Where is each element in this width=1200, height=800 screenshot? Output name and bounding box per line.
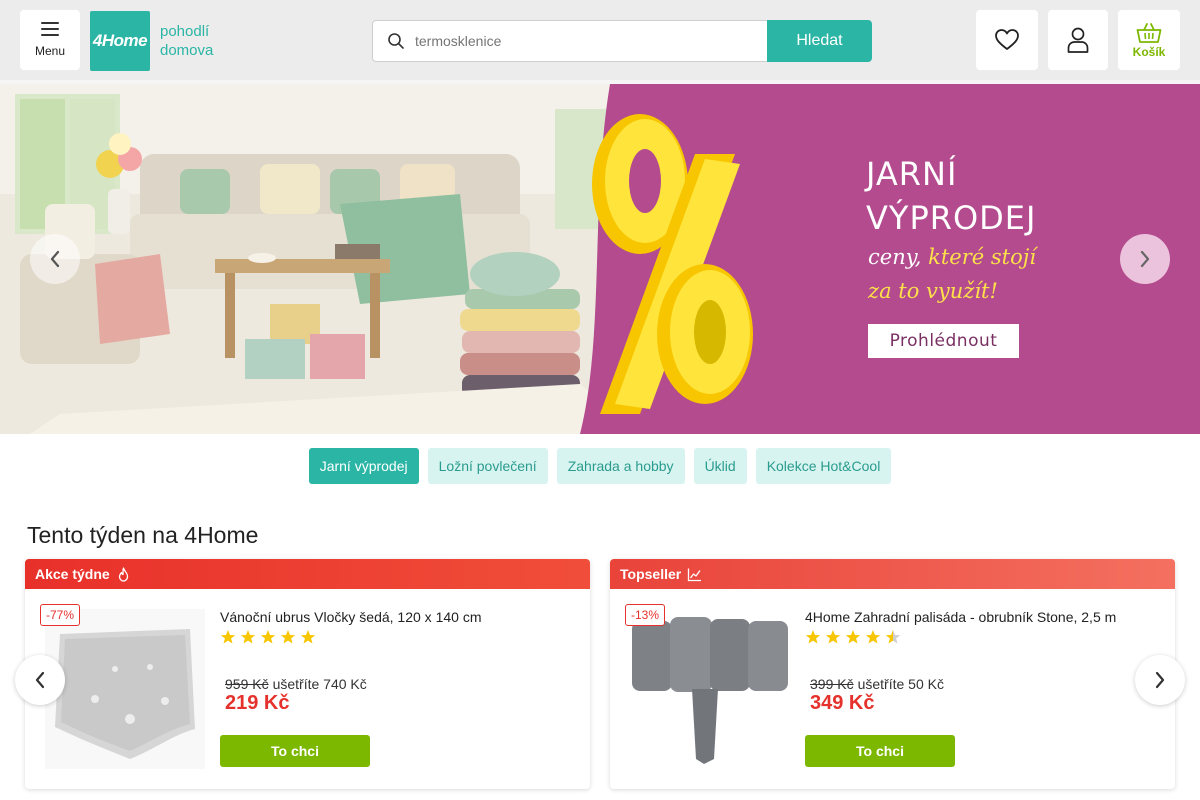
- price-old-line: 959 Kč ušetříte 740 Kč: [225, 676, 367, 692]
- category-chip-lozni-povleceni[interactable]: Ložní povlečení: [427, 448, 548, 484]
- tagline-line-1: pohodlí: [160, 23, 210, 40]
- old-price: 959 Kč: [225, 676, 269, 692]
- chevron-left-icon: [50, 250, 60, 268]
- product-image-palisade: [630, 609, 790, 769]
- promo-title: JARNÍ VÝPRODEJ: [866, 152, 1036, 240]
- search-input[interactable]: [415, 33, 735, 49]
- buy-button[interactable]: To chci: [220, 735, 370, 767]
- promo-subtitle-part-1: ceny,: [868, 245, 929, 269]
- products-next-button[interactable]: [1135, 655, 1185, 705]
- card-tag: Topseller: [620, 566, 682, 582]
- trending-chart-icon: [688, 568, 702, 581]
- buy-button[interactable]: To chci: [805, 735, 955, 767]
- tagline-line-2: domova: [160, 42, 214, 59]
- products-prev-button[interactable]: [15, 655, 65, 705]
- product-name[interactable]: 4Home Zahradní palisáda - obrubník Stone…: [805, 609, 1116, 625]
- category-chip-jarni-vyprodej[interactable]: Jarní výprodej: [308, 448, 419, 484]
- promo-title-line-1: JARNÍ: [866, 155, 958, 193]
- product-name[interactable]: Vánoční ubrus Vločky šedá, 120 x 140 cm: [220, 609, 481, 625]
- section-title: Tento týden na 4Home: [27, 522, 259, 548]
- discount-badge: -13%: [625, 604, 666, 626]
- card-header: Akce týdne: [25, 559, 590, 589]
- star-icon: [240, 630, 256, 644]
- card-tag: Akce týdne: [35, 566, 110, 582]
- content-area: Jarní výprodej Ložní povlečení Zahrada a…: [0, 434, 1200, 800]
- product-card[interactable]: Topseller -13% 4Home Zahradní palisáda -…: [610, 559, 1175, 789]
- flame-icon: [118, 566, 128, 582]
- promo-subtitle-highlight: které stojí: [928, 245, 1036, 269]
- category-chip-uklid[interactable]: Úklid: [693, 448, 747, 484]
- star-icon: [260, 630, 276, 644]
- heart-icon: [995, 29, 1019, 50]
- category-chip-zahrada-a-hobby[interactable]: Zahrada a hobby: [556, 448, 685, 484]
- menu-button[interactable]: Menu: [20, 10, 80, 70]
- star-icon: [220, 630, 236, 644]
- chevron-left-icon: [35, 671, 45, 689]
- search-field-wrapper: [372, 20, 767, 62]
- current-price: 349 Kč: [810, 692, 875, 714]
- promo-subtitle-line-2: za to využít!: [868, 279, 998, 303]
- favorites-button[interactable]: [976, 10, 1038, 70]
- tagline: pohodlí domova: [160, 22, 213, 60]
- promo-subtitle-line-1: ceny, které stojí: [868, 245, 1036, 269]
- site-header: Menu 4Home pohodlí domova Hledat: [0, 0, 1200, 80]
- rating-stars: [220, 629, 316, 645]
- banner-next-button[interactable]: [1120, 234, 1170, 284]
- star-icon: [865, 630, 881, 644]
- star-icon: [300, 630, 316, 644]
- savings-text: ušetříte 740 Kč: [272, 676, 367, 692]
- card-header: Topseller: [610, 559, 1175, 589]
- star-icon: [825, 630, 841, 644]
- chevron-right-icon: [1155, 671, 1165, 689]
- search-button[interactable]: Hledat: [767, 20, 872, 62]
- star-icon: [885, 630, 901, 644]
- product-image-tablecloth: [45, 609, 205, 769]
- basket-icon: [1136, 22, 1162, 43]
- logo[interactable]: 4Home: [90, 11, 150, 71]
- promo-title-line-2: VÝPRODEJ: [866, 199, 1037, 237]
- user-icon: [1067, 27, 1089, 53]
- product-card[interactable]: Akce týdne -77% Vánoční ubrus Vločky šed…: [25, 559, 590, 789]
- account-button[interactable]: [1048, 10, 1108, 70]
- current-price: 219 Kč: [225, 692, 290, 714]
- search-bar: Hledat: [372, 20, 872, 62]
- cart-label: Košík: [1132, 44, 1166, 59]
- star-icon: [805, 630, 821, 644]
- chevron-right-icon: [1140, 250, 1150, 268]
- savings-text: ušetříte 50 Kč: [857, 676, 944, 692]
- old-price: 399 Kč: [810, 676, 854, 692]
- rating-stars: [805, 629, 901, 645]
- category-chips: Jarní výprodej Ložní povlečení Zahrada a…: [0, 448, 1200, 484]
- banner-prev-button[interactable]: [30, 234, 80, 284]
- category-chip-kolekce-hot-cool[interactable]: Kolekce Hot&Cool: [755, 448, 892, 484]
- living-room-photo: [0, 84, 640, 434]
- promo-cta-button[interactable]: Prohlédnout: [868, 324, 1019, 358]
- menu-icon: [41, 22, 59, 36]
- discount-badge: -77%: [40, 604, 81, 626]
- price-old-line: 399 Kč ušetříte 50 Kč: [810, 676, 944, 692]
- star-icon: [845, 630, 861, 644]
- search-icon: [388, 33, 404, 49]
- menu-label: Menu: [34, 44, 66, 58]
- hero-banner[interactable]: JARNÍ VÝPRODEJ ceny, které stojí za to v…: [0, 84, 1200, 434]
- cart-button[interactable]: Košík: [1118, 10, 1180, 70]
- star-icon: [280, 630, 296, 644]
